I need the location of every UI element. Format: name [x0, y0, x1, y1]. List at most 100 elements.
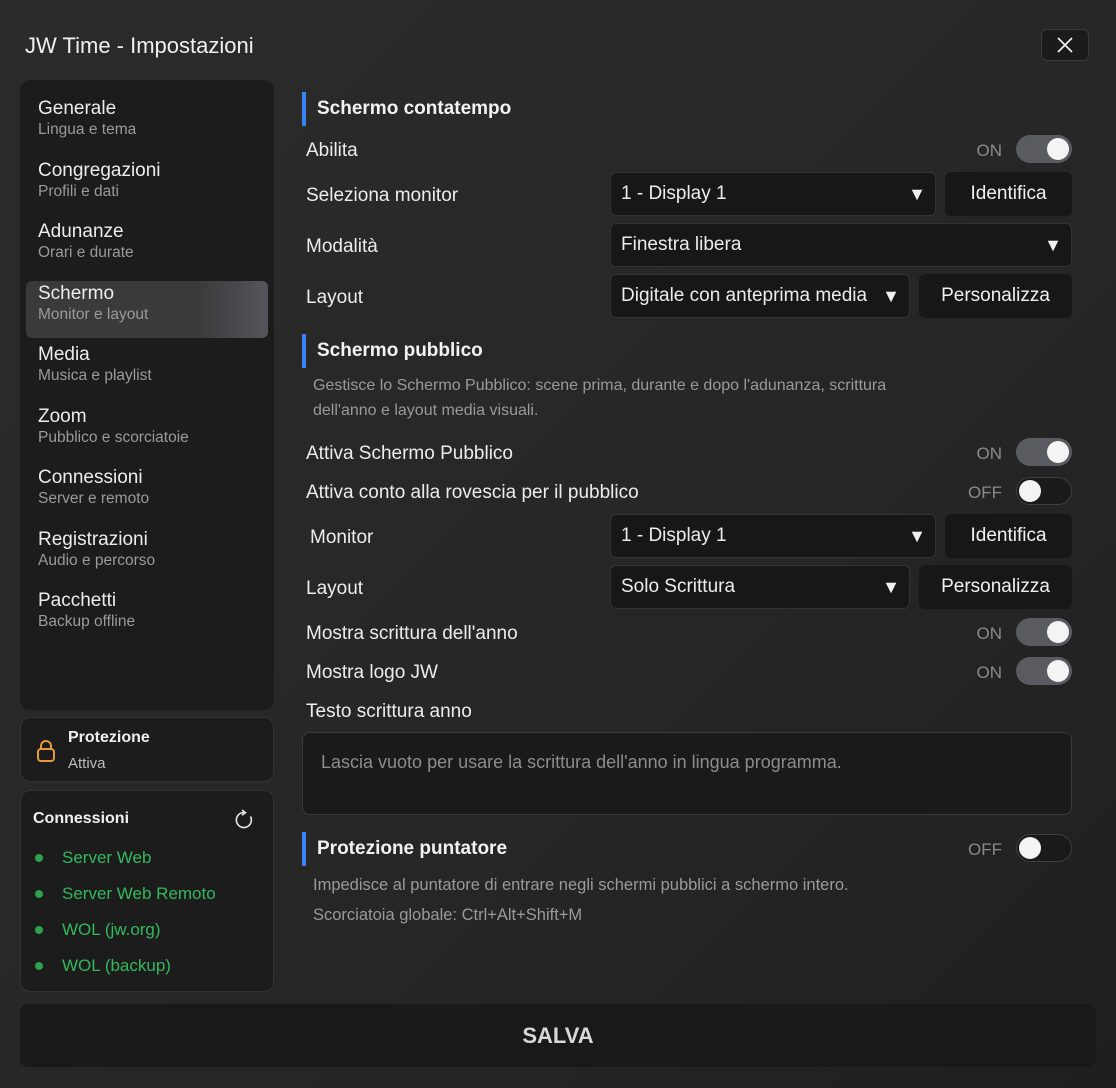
enable-toggle[interactable]	[1016, 135, 1072, 163]
lock-icon	[37, 740, 55, 762]
connection-server-web: Server Web	[35, 848, 151, 868]
mode-label: Modalità	[306, 236, 378, 257]
timer-customize-button[interactable]: Personalizza	[919, 274, 1072, 318]
triangle-down-icon: ▼	[1044, 235, 1062, 255]
pointer-protection-desc: Impedisce al puntatore di entrare negli …	[313, 876, 849, 894]
status-dot	[35, 962, 43, 970]
select-value: Digitale con anteprima media	[621, 285, 868, 306]
status-dot	[35, 854, 43, 862]
sidebar-item-sub: Musica e playlist	[38, 367, 152, 384]
close-icon	[1057, 37, 1073, 53]
public-layout-select[interactable]: Solo Scrittura ▼	[610, 565, 910, 609]
yeartext-text-label: Testo scrittura anno	[306, 701, 472, 722]
sidebar-item-adunanze[interactable]: Adunanze Orari e durate	[20, 219, 274, 281]
pointer-protection-shortcut: Scorciatoia globale: Ctrl+Alt+Shift+M	[313, 906, 583, 924]
connection-wol-jw: WOL (jw.org)	[35, 920, 161, 940]
monitor-label: Seleziona monitor	[306, 185, 459, 206]
public-monitor-select[interactable]: 1 - Display 1 ▼	[610, 514, 936, 558]
connection-label: WOL (jw.org)	[62, 920, 161, 939]
toggle-knob	[1019, 837, 1041, 859]
sidebar-item-sub: Lingua e tema	[38, 121, 137, 138]
triangle-down-icon: ▼	[908, 184, 926, 204]
protection-panel[interactable]: Protezione Attiva	[20, 717, 274, 782]
status-dot	[35, 890, 43, 898]
public-identify-button[interactable]: Identifica	[945, 514, 1072, 558]
activate-public-toggle[interactable]	[1016, 438, 1072, 466]
sidebar-item-label: Congregazioni	[38, 159, 161, 181]
section-timer-screen: Schermo contatempo	[302, 92, 511, 126]
sidebar-item-label: Schermo	[38, 282, 115, 304]
yeartext-state: ON	[976, 624, 1003, 643]
pointer-protection-state: OFF	[968, 840, 1002, 859]
activate-public-label: Attiva Schermo Pubblico	[306, 443, 513, 464]
select-value: 1 - Display 1	[621, 525, 727, 546]
triangle-down-icon: ▼	[908, 526, 926, 546]
toggle-knob	[1047, 660, 1069, 682]
sidebar-item-registrazioni[interactable]: Registrazioni Audio e percorso	[20, 527, 274, 589]
sidebar-item-connessioni[interactable]: Connessioni Server e remoto	[20, 465, 274, 527]
sidebar-item-sub: Monitor e layout	[38, 305, 149, 323]
public-screen-desc-1: Gestisce lo Schermo Pubblico: scene prim…	[313, 377, 887, 394]
timer-layout-select[interactable]: Digitale con anteprima media ▼	[610, 274, 910, 318]
sidebar-item-zoom[interactable]: Zoom Pubblico e scorciatoie	[20, 404, 274, 466]
sidebar-item-pacchetti[interactable]: Pacchetti Backup offline	[20, 588, 274, 650]
sidebar-item-label: Connessioni	[38, 467, 143, 488]
sidebar-item-label: Pacchetti	[38, 590, 117, 611]
sidebar-item-label: Zoom	[38, 405, 87, 427]
public-monitor-label: Monitor	[310, 527, 374, 548]
pointer-protection-toggle[interactable]	[1016, 834, 1072, 862]
countdown-label: Attiva conto alla rovescia per il pubbli…	[306, 482, 639, 503]
sidebar-item-sub: Pubblico e scorciatoie	[38, 428, 189, 446]
connection-label: Server Web	[62, 848, 152, 867]
select-value: 1 - Display 1	[621, 183, 727, 204]
timer-identify-button[interactable]: Identifica	[945, 172, 1072, 216]
toggle-knob	[1019, 480, 1041, 502]
logo-toggle[interactable]	[1016, 657, 1072, 685]
section-public-screen: Schermo pubblico	[302, 334, 483, 368]
sidebar-item-sub: Profili e dati	[38, 182, 119, 200]
connection-label: Server Web Remoto	[62, 884, 216, 903]
sidebar-item-schermo[interactable]: Schermo Monitor e layout	[26, 280, 268, 338]
countdown-toggle[interactable]	[1016, 477, 1072, 505]
sidebar-item-sub: Audio e percorso	[38, 551, 156, 569]
connections-panel: Connessioni Server Web Server Web Remoto…	[20, 790, 274, 992]
window-title: JW Time - Impostazioni	[25, 33, 254, 58]
enable-state: ON	[976, 141, 1003, 160]
mode-select[interactable]: Finestra libera ▼	[610, 223, 1072, 267]
protection-title: Protezione	[68, 729, 150, 746]
connection-wol-backup: WOL (backup)	[35, 956, 171, 976]
status-dot	[35, 926, 43, 934]
sidebar-item-generale[interactable]: Generale Lingua e tema	[20, 96, 274, 158]
connection-label: WOL (backup)	[62, 956, 171, 975]
sidebar-item-label: Generale	[38, 98, 117, 119]
timer-layout-label: Layout	[306, 287, 364, 308]
public-customize-button[interactable]: Personalizza	[919, 565, 1072, 609]
timer-monitor-select[interactable]: 1 - Display 1 ▼	[610, 172, 936, 216]
activate-public-state: ON	[976, 444, 1003, 463]
countdown-state: OFF	[968, 483, 1002, 502]
toggle-knob	[1047, 441, 1069, 463]
public-layout-label: Layout	[306, 578, 364, 599]
sidebar-item-sub: Backup offline	[38, 613, 136, 630]
sidebar-nav: Generale Lingua e tema Congregazioni Pro…	[20, 80, 274, 710]
connections-title: Connessioni	[33, 810, 130, 827]
yeartext-toggle[interactable]	[1016, 618, 1072, 646]
sidebar-item-media[interactable]: Media Musica e playlist	[20, 342, 274, 404]
logo-label: Mostra logo JW	[306, 662, 438, 683]
sidebar-item-label: Adunanze	[38, 221, 124, 242]
yeartext-input[interactable]: Lascia vuoto per usare la scrittura dell…	[302, 732, 1072, 815]
toggle-knob	[1047, 621, 1069, 643]
sidebar-item-sub: Server e remoto	[38, 490, 150, 507]
refresh-icon[interactable]	[233, 809, 255, 831]
enable-label: Abilita	[306, 140, 358, 161]
sidebar-item-sub: Orari e durate	[38, 244, 134, 261]
toggle-knob	[1047, 138, 1069, 160]
close-button[interactable]	[1041, 29, 1089, 61]
connection-server-web-remoto: Server Web Remoto	[35, 884, 216, 904]
save-button[interactable]: SALVA	[20, 1004, 1096, 1067]
select-value: Finestra libera	[621, 234, 742, 255]
sidebar-item-congregazioni[interactable]: Congregazioni Profili e dati	[20, 158, 274, 220]
yeartext-label: Mostra scrittura dell'anno	[306, 623, 518, 644]
sidebar-item-label: Media	[38, 344, 90, 365]
select-value: Solo Scrittura	[621, 576, 736, 597]
